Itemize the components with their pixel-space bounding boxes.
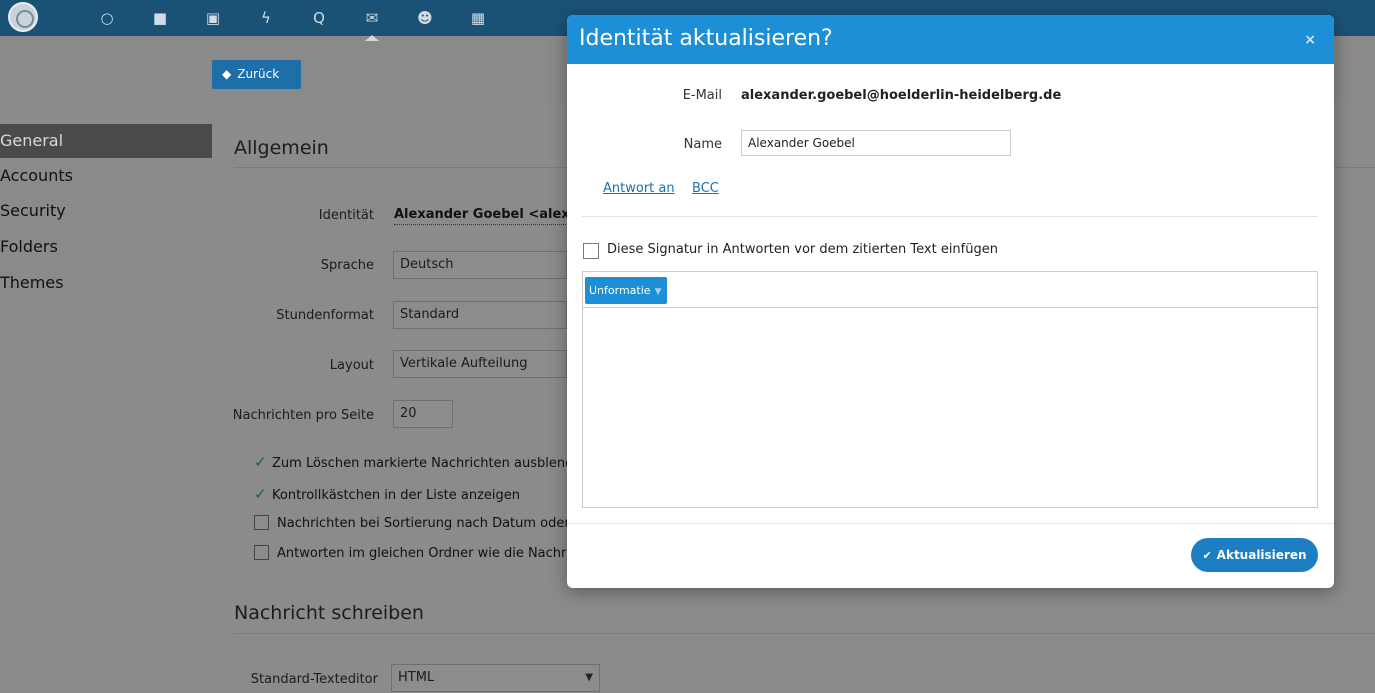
name-label: Name — [683, 137, 722, 152]
checkmark-icon: ✔ — [1202, 549, 1212, 562]
messages-per-page-value: 20 — [400, 406, 417, 421]
divider — [234, 633, 1375, 634]
divider — [582, 216, 1318, 217]
editor-toolbar: Unformatie ▼ — [583, 272, 1317, 308]
section-title-compose: Nachricht schreiben — [234, 602, 424, 624]
chevron-down-icon: ▼ — [585, 672, 593, 683]
sidebar-item-folders[interactable]: Folders — [0, 230, 120, 264]
time-format-select[interactable]: Standard — [393, 301, 567, 329]
name-field[interactable]: Alexander Goebel — [741, 130, 1011, 156]
layout-label: Layout — [329, 358, 374, 373]
language-select[interactable]: Deutsch — [393, 251, 567, 279]
checkmark-icon: ✓ — [254, 453, 267, 471]
checkbox-row[interactable]: Antworten im gleichen Ordner wie die Nac… — [254, 545, 577, 561]
users-icon[interactable]: ☻ — [415, 8, 435, 28]
sidebar-item-label: Folders — [0, 237, 58, 256]
close-icon[interactable]: × — [1304, 32, 1316, 48]
checkbox[interactable] — [254, 545, 269, 560]
mail-icon[interactable]: ✉ — [362, 8, 382, 41]
circle-icon[interactable]: ○ — [97, 8, 117, 28]
checkbox-label: Kontrollkästchen in der Liste anzeigen — [272, 488, 520, 503]
update-button-label: Aktualisieren — [1216, 548, 1307, 562]
folder-icon[interactable]: ■ — [150, 8, 170, 28]
identity-dialog: Identität aktualisieren? × E-Mail alexan… — [567, 15, 1334, 588]
layout-select[interactable]: Vertikale Aufteilung — [393, 350, 567, 378]
email-value: alexander.goebel@hoelderlin-heidelberg.d… — [741, 88, 1062, 103]
checkbox-label: Nachrichten bei Sortierung nach Datum od… — [277, 516, 583, 531]
dialog-title: Identität aktualisieren? — [579, 26, 833, 51]
sidebar-item-label: General — [0, 131, 64, 150]
messages-per-page-label: Nachrichten pro Seite — [232, 408, 374, 423]
update-button[interactable]: ✔ Aktualisieren — [1191, 538, 1318, 572]
dialog-header: Identität aktualisieren? × — [567, 15, 1334, 64]
email-label: E-Mail — [682, 88, 722, 103]
signature-checkbox[interactable] — [583, 243, 599, 259]
sidebar-item-themes[interactable]: Themes — [0, 266, 120, 300]
signature-checkbox-label[interactable]: Diese Signatur in Antworten vor dem ziti… — [607, 242, 998, 257]
layout-value: Vertikale Aufteilung — [400, 356, 528, 371]
bcc-link[interactable]: BCC — [692, 181, 719, 196]
search-icon[interactable]: Q — [309, 8, 329, 28]
image-icon[interactable]: ▣ — [203, 8, 223, 28]
back-button[interactable]: ◆ Zurück — [212, 60, 301, 89]
chevron-down-icon: ▼ — [654, 287, 662, 297]
checkbox-label: Zum Löschen markierte Nachrichten ausble… — [272, 456, 574, 471]
editor-select[interactable]: HTML ▼ — [391, 664, 600, 692]
format-mode-tag[interactable]: Unformatie ▼ — [585, 277, 668, 304]
checkbox-row[interactable]: ✓ Kontrollkästchen in der Liste anzeigen — [254, 485, 520, 503]
checkbox-row[interactable]: ✓ Zum Löschen markierte Nachrichten ausbl… — [254, 453, 573, 471]
logo-icon[interactable] — [8, 2, 38, 32]
checkbox[interactable] — [254, 515, 269, 530]
divider — [567, 523, 1334, 524]
checkmark-icon: ✓ — [254, 485, 267, 503]
editor-value: HTML — [398, 670, 435, 685]
sidebar-item-label: Accounts — [0, 166, 73, 185]
time-format-label: Stundenformat — [276, 308, 374, 323]
checkbox-label: Antworten im gleichen Ordner wie die Nac… — [277, 546, 578, 561]
section-title-general: Allgemein — [234, 137, 329, 159]
sidebar-item-label: Security — [0, 201, 66, 220]
back-button-label: Zurück — [237, 67, 280, 81]
editor-label: Standard-Texteditor — [250, 672, 378, 687]
name-value: Alexander Goebel — [748, 136, 855, 150]
time-format-value: Standard — [400, 307, 460, 322]
sidebar-item-general[interactable]: General — [0, 124, 212, 158]
messages-per-page-input[interactable]: 20 — [393, 400, 453, 428]
calendar-icon[interactable]: ▦ — [468, 8, 488, 28]
language-label: Sprache — [320, 258, 374, 273]
reply-to-link[interactable]: Antwort an — [603, 181, 675, 196]
checkbox-row[interactable]: Nachrichten bei Sortierung nach Datum od… — [254, 515, 583, 531]
identity-value[interactable]: Alexander Goebel <alexan — [394, 207, 588, 225]
sidebar-item-label: Themes — [0, 273, 64, 292]
signature-editor[interactable]: Unformatie ▼ — [582, 271, 1318, 508]
arrow-left-icon: ◆ — [222, 67, 232, 81]
sidebar-item-accounts[interactable]: Accounts — [0, 159, 120, 193]
language-value: Deutsch — [400, 257, 454, 272]
bolt-icon[interactable]: ϟ — [256, 8, 276, 28]
format-mode-label: Unformatie — [589, 284, 651, 297]
sidebar-item-security[interactable]: Security — [0, 194, 120, 228]
identity-label: Identität — [318, 208, 374, 223]
